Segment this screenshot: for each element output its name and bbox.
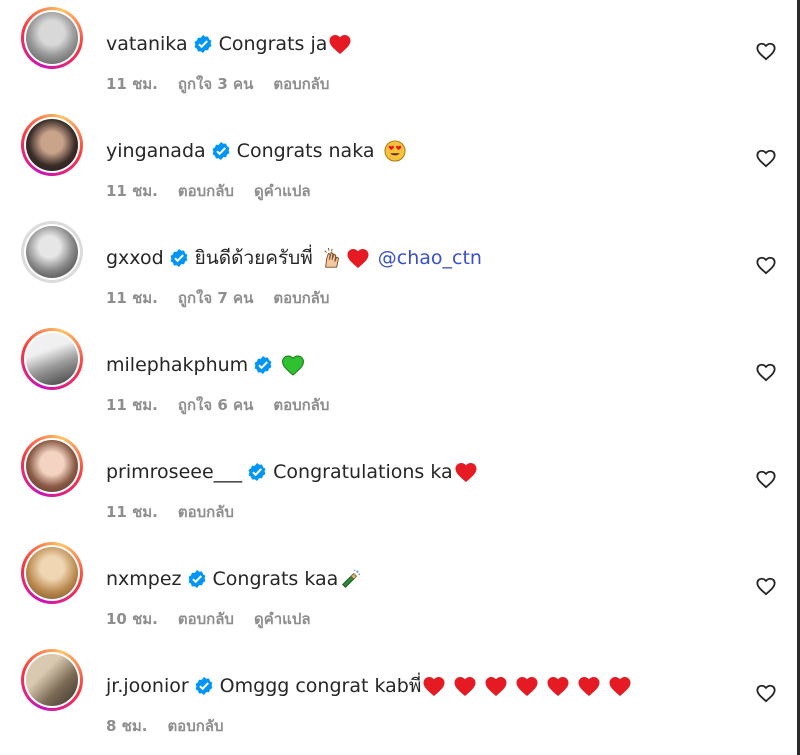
- verified-badge-icon: [170, 249, 188, 267]
- comment-item: nxmpez Congrats kaa 10 ชม. ตอบกลับ ดูคำแ…: [0, 535, 796, 642]
- story-ring[interactable]: [21, 7, 83, 69]
- reply-button[interactable]: ตอบกลับ: [178, 500, 234, 524]
- comment-item: primroseee___ Congratulations ka 11 ชม. …: [0, 428, 796, 535]
- comment-text: Congrats ja: [218, 33, 328, 55]
- reply-button[interactable]: ตอบกลับ: [273, 286, 329, 310]
- avatar[interactable]: [26, 119, 78, 171]
- mention-link[interactable]: @chao_ctn: [378, 247, 482, 269]
- champagne-emoji-icon: [342, 569, 361, 588]
- reply-button[interactable]: ตอบกลับ: [178, 179, 234, 203]
- comment-text: ยินดีด้วยครับพี่: [194, 247, 313, 269]
- story-ring[interactable]: [21, 542, 83, 604]
- verified-badge-icon: [195, 677, 213, 695]
- avatar[interactable]: [26, 654, 78, 706]
- red-heart-icon: [516, 677, 538, 696]
- reply-button[interactable]: ตอบกลับ: [178, 607, 234, 631]
- green-heart-icon: [282, 355, 305, 376]
- like-heart-icon[interactable]: [755, 576, 777, 596]
- comment-text: Congratulations ka: [273, 461, 453, 483]
- verified-badge-icon: [212, 142, 230, 160]
- like-heart-icon[interactable]: [755, 255, 777, 275]
- raised-hands-emoji-icon: [324, 247, 339, 268]
- comment-username[interactable]: nxmpez: [106, 568, 182, 590]
- verified-badge-icon: [248, 463, 266, 481]
- comment-text: Congrats kaa: [212, 568, 339, 590]
- story-ring[interactable]: [21, 221, 83, 283]
- comment-time: 8 ชม.: [106, 717, 148, 735]
- comment-username[interactable]: jr.joonior: [106, 675, 189, 697]
- comment-time: 11 ชม.: [106, 182, 158, 200]
- like-heart-icon[interactable]: [755, 469, 777, 489]
- avatar[interactable]: [26, 333, 78, 385]
- comment-item: gxxod ยินดีด้วยครับพี่ @chao_ctn 11 ชม. …: [0, 214, 796, 321]
- red-heart-icon: [347, 249, 369, 268]
- red-heart-icon: [423, 677, 445, 696]
- like-heart-icon[interactable]: [755, 148, 777, 168]
- comment-item: vatanika Congrats ja 11 ชม. ถูกใจ 3 คน ต…: [0, 0, 796, 107]
- reply-button[interactable]: ตอบกลับ: [167, 714, 223, 738]
- verified-badge-icon: [188, 570, 205, 588]
- like-heart-icon[interactable]: [755, 362, 777, 382]
- likes-count-link[interactable]: ถูกใจ 6 คน: [178, 393, 253, 417]
- like-heart-icon[interactable]: [755, 41, 777, 61]
- red-heart-icon: [609, 677, 631, 696]
- avatar[interactable]: [26, 226, 78, 278]
- avatar[interactable]: [26, 440, 78, 492]
- comment-time: 11 ชม.: [106, 503, 158, 521]
- comment-username[interactable]: gxxod: [106, 247, 164, 269]
- red-heart-icon: [485, 677, 507, 696]
- red-heart-icon: [454, 677, 476, 696]
- story-ring[interactable]: [21, 649, 83, 711]
- comment-time: 11 ชม.: [106, 289, 158, 307]
- reply-button[interactable]: ตอบกลับ: [273, 72, 329, 96]
- story-ring[interactable]: [21, 328, 83, 390]
- verified-badge-icon: [194, 35, 212, 53]
- red-heart-icon: [547, 677, 569, 696]
- see-translation-button[interactable]: ดูคำแปล: [254, 607, 311, 631]
- red-heart-icon: [455, 463, 477, 482]
- like-heart-icon[interactable]: [755, 683, 777, 703]
- red-heart-icon: [578, 677, 600, 696]
- comment-username[interactable]: vatanika: [106, 33, 188, 55]
- comment-time: 10 ชม.: [106, 610, 158, 628]
- heart-eyes-emoji-icon: [383, 140, 406, 162]
- story-ring[interactable]: [21, 435, 83, 497]
- reply-button[interactable]: ตอบกลับ: [273, 393, 329, 417]
- comment-text: Congrats naka: [236, 140, 375, 162]
- verified-badge-icon: [254, 356, 272, 374]
- avatar[interactable]: [26, 12, 78, 64]
- comment-username[interactable]: milephakphum: [106, 354, 248, 376]
- likes-count-link[interactable]: ถูกใจ 3 คน: [178, 72, 253, 96]
- avatar[interactable]: [26, 547, 78, 599]
- comment-username[interactable]: yinganada: [106, 140, 206, 162]
- story-ring[interactable]: [21, 114, 83, 176]
- comment-item: milephakphum 11 ชม. ถูกใจ 6 คน ตอบกลับ: [0, 321, 796, 428]
- comment-time: 11 ชม.: [106, 396, 158, 414]
- likes-count-link[interactable]: ถูกใจ 7 คน: [178, 286, 253, 310]
- comment-time: 11 ชม.: [106, 75, 158, 93]
- red-heart-icon: [329, 35, 351, 54]
- comment-username[interactable]: primroseee___: [106, 461, 242, 483]
- comment-item: jr.joonior Omggg congrat kabพี่ 8 ชม. ตอ…: [0, 642, 796, 749]
- comment-text: Omggg congrat kabพี่: [219, 675, 422, 697]
- see-translation-button[interactable]: ดูคำแปล: [254, 179, 311, 203]
- comment-item: yinganada Congrats naka 11 ชม. ตอบกลับ ด…: [0, 107, 796, 214]
